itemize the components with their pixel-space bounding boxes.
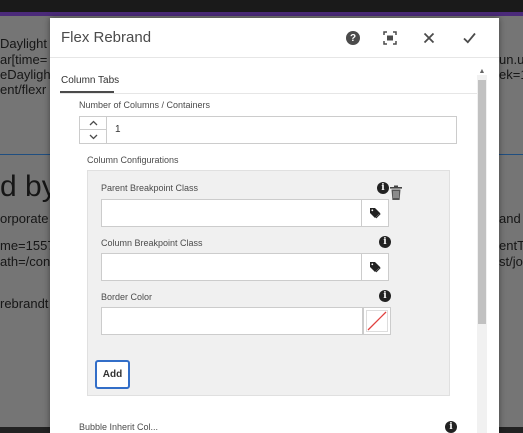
chevron-up-icon bbox=[89, 120, 97, 126]
background-text: un.u bbox=[499, 52, 523, 67]
parent-breakpoint-label: Parent Breakpoint Class bbox=[101, 183, 199, 193]
add-button[interactable]: Add bbox=[95, 360, 130, 389]
tab-divider bbox=[60, 93, 482, 94]
column-config-label: Column Configurations bbox=[87, 155, 179, 165]
background-top-bar bbox=[0, 0, 523, 12]
trash-icon[interactable] bbox=[389, 185, 403, 201]
help-icon: ? bbox=[346, 31, 360, 45]
done-button[interactable] bbox=[458, 27, 480, 49]
close-icon bbox=[423, 32, 435, 44]
close-button[interactable] bbox=[418, 27, 440, 49]
column-breakpoint-label: Column Breakpoint Class bbox=[101, 238, 203, 248]
info-icon[interactable]: i bbox=[379, 236, 391, 248]
border-color-field[interactable] bbox=[101, 307, 363, 335]
columns-label: Number of Columns / Containers bbox=[79, 100, 211, 110]
tag-icon bbox=[370, 262, 381, 273]
parent-breakpoint-field[interactable] bbox=[101, 199, 389, 227]
color-swatch-button[interactable] bbox=[363, 307, 391, 335]
fullscreen-button[interactable] bbox=[379, 27, 401, 49]
column-breakpoint-field[interactable] bbox=[101, 253, 389, 281]
columns-stepper: 1 bbox=[79, 116, 457, 144]
background-text: ar[time= bbox=[0, 52, 48, 67]
info-icon[interactable]: i bbox=[379, 290, 391, 302]
background-text: me=1557 bbox=[0, 238, 50, 253]
background-heading: d by bbox=[0, 170, 50, 203]
background-text: rebrandt bbox=[0, 296, 49, 311]
background-text: and bbox=[499, 211, 521, 226]
dialog-title: Flex Rebrand bbox=[61, 29, 152, 46]
background-text: ek=1 bbox=[499, 67, 523, 82]
tab-column-tabs[interactable]: Column Tabs bbox=[61, 75, 119, 86]
border-color-label: Border Color bbox=[101, 292, 153, 302]
dialog-header: Flex Rebrand ? bbox=[50, 18, 499, 58]
decrement-button[interactable] bbox=[80, 130, 106, 143]
background-text: ent/flexr bbox=[0, 82, 47, 97]
background-text: entTy bbox=[499, 238, 523, 253]
stepper-buttons bbox=[80, 117, 107, 143]
background-text: st/jo bbox=[499, 254, 523, 269]
background-text: orporate bbox=[0, 211, 49, 226]
parent-breakpoint-picker-button[interactable] bbox=[361, 199, 389, 227]
column-breakpoint-picker-button[interactable] bbox=[361, 253, 389, 281]
chevron-down-icon bbox=[89, 134, 97, 139]
background-text: Daylight bbox=[0, 36, 47, 51]
scrollbar-thumb[interactable] bbox=[478, 80, 486, 324]
checkmark-icon bbox=[462, 32, 476, 44]
no-color-swatch-icon bbox=[366, 310, 388, 332]
info-icon[interactable]: i bbox=[445, 421, 457, 433]
tag-icon bbox=[370, 208, 381, 219]
background-text: ath=/con bbox=[0, 254, 50, 269]
columns-input[interactable]: 1 bbox=[115, 124, 121, 135]
help-button[interactable]: ? bbox=[342, 27, 364, 49]
info-icon[interactable]: i bbox=[377, 182, 389, 194]
fullscreen-icon bbox=[383, 31, 397, 45]
increment-button[interactable] bbox=[80, 117, 106, 130]
flex-rebrand-dialog: Flex Rebrand ? Column Tabs ▲ Number of C… bbox=[50, 18, 499, 433]
next-section-label: Bubble Inherit Col... bbox=[79, 422, 159, 432]
background-text: eDaylight bbox=[0, 67, 50, 82]
